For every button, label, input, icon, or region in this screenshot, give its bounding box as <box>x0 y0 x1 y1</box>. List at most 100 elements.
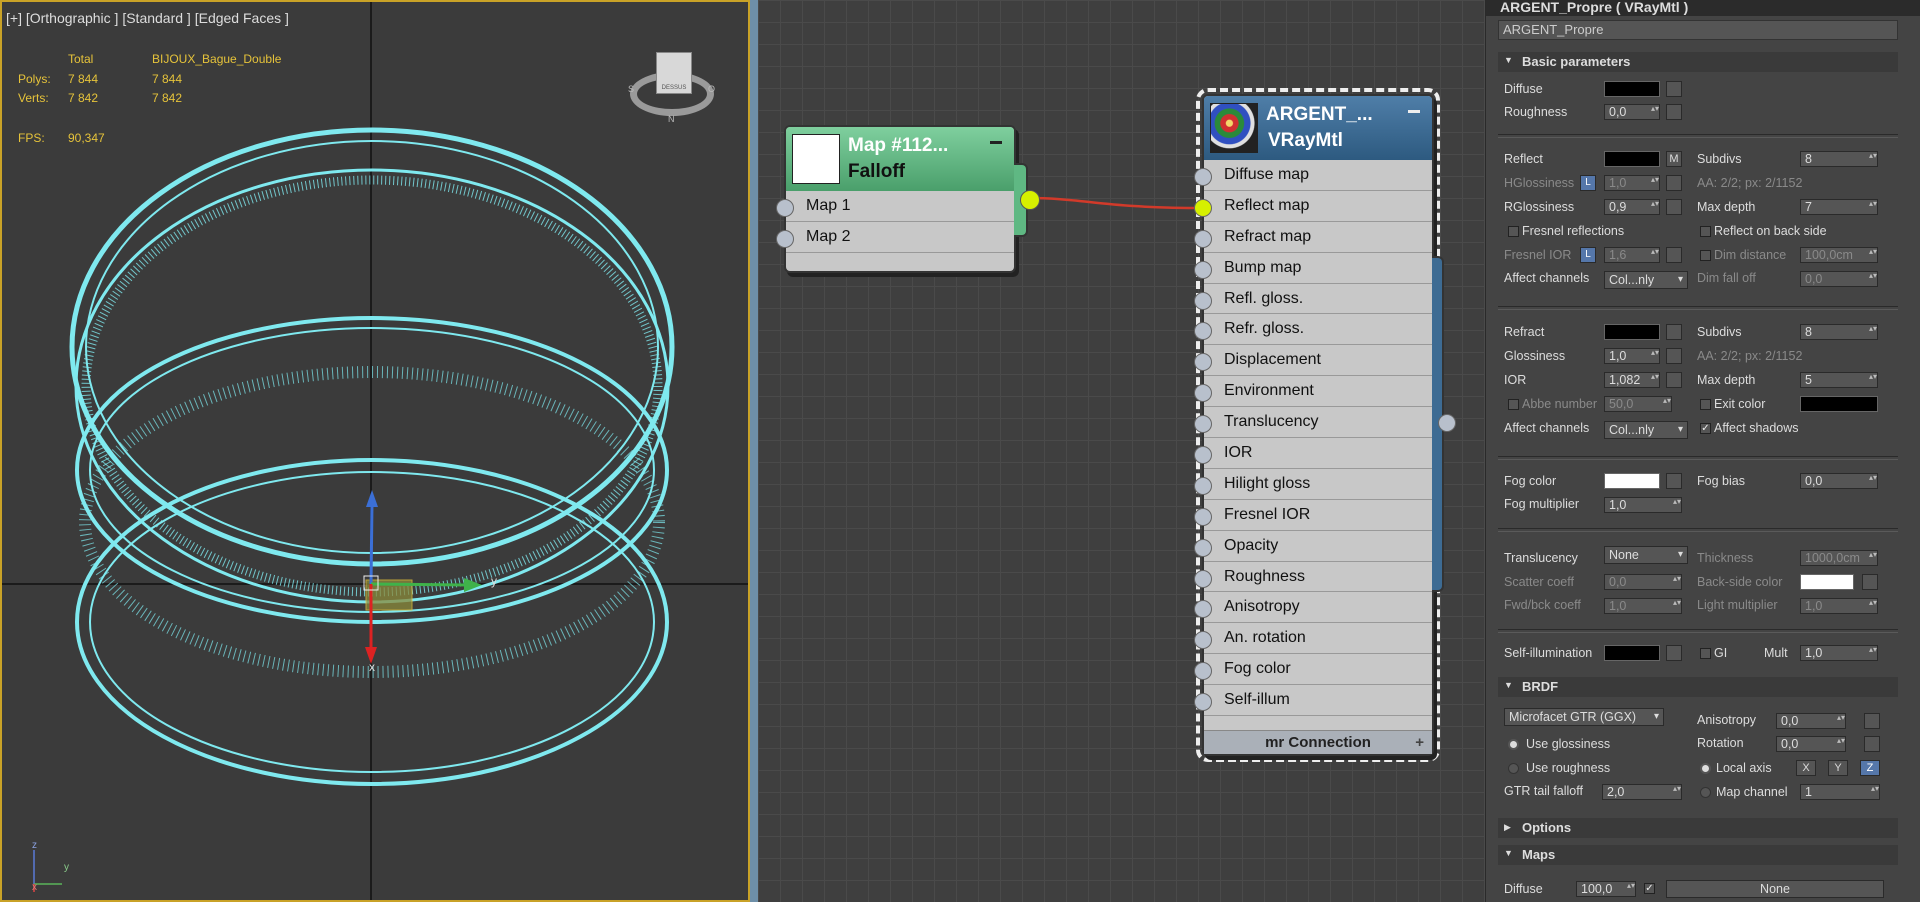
abbe-number-checkbox[interactable] <box>1508 399 1519 410</box>
rollout-maps[interactable]: Maps <box>1498 845 1898 865</box>
node-falloff-header[interactable]: Map #112... Falloff <box>786 127 1014 191</box>
self-illum-map-button[interactable] <box>1666 645 1682 661</box>
falloff-output-socket[interactable] <box>1020 190 1040 210</box>
diffuse-color-swatch[interactable] <box>1604 81 1660 97</box>
affect-channels-dropdown[interactable]: Col...nly <box>1604 271 1688 289</box>
reflect-backside-checkbox[interactable] <box>1700 226 1711 237</box>
refract-glossiness-spinner[interactable]: 1,0 <box>1604 348 1660 364</box>
node-vraymtl-input[interactable]: Refr. gloss. <box>1194 314 1432 346</box>
gtr-tail-falloff-spinner[interactable]: 2,0 <box>1602 784 1682 800</box>
fresnel-reflections-checkbox[interactable] <box>1508 226 1519 237</box>
rotation-spinner[interactable]: 0,0 <box>1776 736 1846 752</box>
rotation-map-button[interactable] <box>1864 736 1880 752</box>
axis-y-button[interactable]: Y <box>1828 760 1848 776</box>
collapse-arrow-icon[interactable]: ▼ <box>1504 848 1513 858</box>
input-socket-icon[interactable] <box>1194 476 1212 495</box>
expand-plus-icon[interactable]: + <box>1415 731 1424 755</box>
input-socket-icon[interactable] <box>1194 384 1212 403</box>
refract-subdivs-spinner[interactable]: 8 <box>1800 324 1878 340</box>
node-vraymtl-input[interactable]: Refl. gloss. <box>1194 284 1432 315</box>
self-illum-mult-spinner[interactable]: 1,0 <box>1800 645 1878 661</box>
hglossiness-spinner[interactable]: 1,0 <box>1604 175 1660 191</box>
fog-bias-spinner[interactable]: 0,0 <box>1800 473 1878 489</box>
roughness-spinner[interactable]: 0,0 <box>1604 104 1660 120</box>
refract-affect-channels-dropdown[interactable]: Col...nly <box>1604 421 1688 439</box>
input-socket-icon[interactable] <box>1194 662 1212 681</box>
use-glossiness-radio[interactable] <box>1508 739 1519 750</box>
rollout-basic-parameters[interactable]: Basic parameters <box>1498 52 1898 72</box>
brdf-type-dropdown[interactable]: Microfacet GTR (GGX) <box>1504 708 1664 726</box>
fresnel-ior-spinner[interactable]: 1,6 <box>1604 247 1660 263</box>
input-socket-icon[interactable] <box>1194 229 1212 248</box>
map-channel-spinner[interactable]: 1 <box>1800 784 1880 800</box>
scatter-coeff-spinner[interactable]: 0,0 <box>1604 574 1682 590</box>
input-socket-icon[interactable] <box>776 230 794 248</box>
node-vraymtl-input[interactable]: An. rotation <box>1194 623 1432 655</box>
node-vraymtl-input[interactable]: IOR <box>1194 438 1432 469</box>
refract-map-button[interactable] <box>1666 324 1682 340</box>
node-falloff-input[interactable]: Map 2 <box>776 222 1014 253</box>
light-multiplier-spinner[interactable]: 1,0 <box>1800 598 1878 614</box>
anisotropy-map-button[interactable] <box>1864 713 1880 729</box>
node-vraymtl-input[interactable]: Fog color <box>1194 654 1432 686</box>
input-socket-icon[interactable] <box>1194 168 1212 186</box>
node-vraymtl-input[interactable]: Hilight gloss <box>1194 469 1432 500</box>
input-socket-icon[interactable] <box>1194 569 1212 588</box>
node-falloff[interactable]: Map #112... Falloff Map 1 Map 2 <box>776 125 1040 273</box>
ior-map-button[interactable] <box>1666 372 1682 388</box>
viewcube[interactable]: DESSUS S O N <box>628 46 716 124</box>
node-falloff-input[interactable]: Map 1 <box>776 191 1014 222</box>
fog-color-swatch[interactable] <box>1604 473 1660 489</box>
node-vraymtl-header[interactable]: ARGENT_... VRayMtl <box>1204 96 1432 160</box>
fresnel-ior-map-button[interactable] <box>1666 247 1682 263</box>
node-vraymtl-input[interactable]: Reflect map <box>1194 191 1432 222</box>
rgloss-map-button[interactable] <box>1666 199 1682 215</box>
node-vraymtl-input[interactable]: Fresnel IOR <box>1194 500 1432 531</box>
input-socket-icon[interactable] <box>1194 322 1212 341</box>
dim-distance-checkbox[interactable] <box>1700 250 1711 261</box>
node-vraymtl-input[interactable]: Diffuse map <box>1194 160 1432 191</box>
maps-diffuse-amount-spinner[interactable]: 100,0 <box>1576 881 1636 897</box>
input-socket-icon[interactable] <box>1194 631 1212 650</box>
ior-spinner[interactable]: 1,082 <box>1604 372 1660 388</box>
axis-x-button[interactable]: X <box>1796 760 1816 776</box>
node-vraymtl-input[interactable]: Roughness <box>1194 562 1432 593</box>
map-channel-radio[interactable] <box>1700 787 1711 798</box>
refract-maxdepth-spinner[interactable]: 5 <box>1800 372 1878 388</box>
material-name-field[interactable]: ARGENT_Propre <box>1498 20 1898 40</box>
exit-color-swatch[interactable] <box>1800 396 1878 412</box>
axis-z-button[interactable]: Z <box>1860 760 1880 776</box>
node-vraymtl-input[interactable]: Anisotropy <box>1194 592 1432 624</box>
exit-color-checkbox[interactable] <box>1700 399 1711 410</box>
node-vraymtl-input[interactable]: Environment <box>1194 376 1432 408</box>
viewport-separator[interactable] <box>750 0 758 902</box>
local-axis-radio[interactable] <box>1700 763 1711 774</box>
input-socket-icon[interactable] <box>1194 446 1212 465</box>
viewcube-face[interactable]: DESSUS <box>656 52 692 94</box>
fog-multiplier-spinner[interactable]: 1,0 <box>1604 497 1682 513</box>
material-parameter-panel[interactable]: ARGENT_Propre ( VRayMtl ) ARGENT_Propre … <box>1485 0 1920 902</box>
backside-color-swatch[interactable] <box>1800 574 1854 590</box>
thickness-spinner[interactable]: 1000,0cm <box>1800 550 1878 566</box>
refract-gloss-map-button[interactable] <box>1666 348 1682 364</box>
fresnel-ior-lock-button[interactable]: L <box>1580 247 1596 263</box>
input-socket-icon[interactable] <box>1194 507 1212 526</box>
input-socket-icon[interactable] <box>1194 415 1212 434</box>
input-socket-icon[interactable] <box>1194 600 1212 619</box>
anisotropy-spinner[interactable]: 0,0 <box>1776 713 1846 729</box>
expand-arrow-icon[interactable]: ▶ <box>1504 822 1511 833</box>
minimize-icon[interactable] <box>1408 110 1420 113</box>
hgloss-map-button[interactable] <box>1666 175 1682 191</box>
node-vraymtl-footer[interactable]: mr Connection + <box>1204 730 1432 754</box>
fwd-bck-coeff-spinner[interactable]: 1,0 <box>1604 598 1682 614</box>
reflect-color-swatch[interactable] <box>1604 151 1660 167</box>
refract-color-swatch[interactable] <box>1604 324 1660 340</box>
node-vraymtl-input[interactable]: Displacement <box>1194 345 1432 377</box>
hgloss-lock-button[interactable]: L <box>1580 175 1596 191</box>
diffuse-map-button[interactable] <box>1666 81 1682 97</box>
translucency-dropdown[interactable]: None <box>1604 546 1688 564</box>
node-vraymtl[interactable]: ARGENT_... VRayMtl Diffuse map Reflect ma… <box>1194 94 1456 756</box>
input-socket-icon[interactable] <box>1194 538 1212 557</box>
abbe-number-spinner[interactable]: 50,0 <box>1604 396 1672 412</box>
node-vraymtl-input[interactable]: Refract map <box>1194 222 1432 253</box>
